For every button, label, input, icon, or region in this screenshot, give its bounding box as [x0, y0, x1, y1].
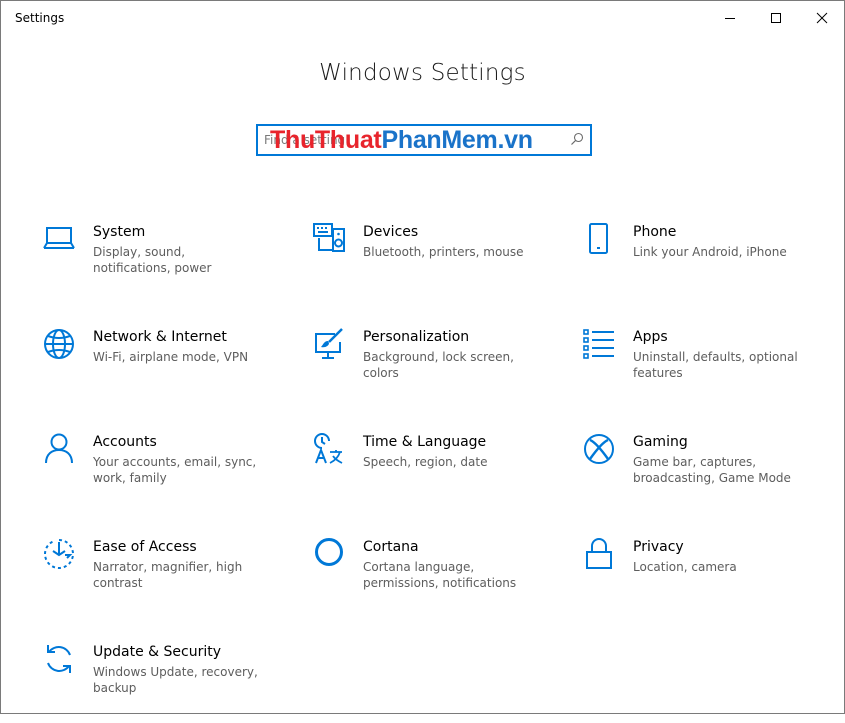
- category-title: Accounts: [93, 434, 157, 450]
- settings-window: Settings Windows Settings ThuThuatPhanMe…: [0, 0, 845, 714]
- xbox-icon: [584, 434, 614, 464]
- category-title: Gaming: [633, 434, 688, 450]
- maximize-icon: [771, 13, 781, 23]
- paint-screen-icon: [315, 328, 343, 359]
- category-network-internet[interactable]: Network & Internet Wi-Fi, airplane mode,…: [43, 328, 283, 408]
- category-description: Cortana language, permissions, notificat…: [363, 560, 517, 590]
- category-title: Cortana: [363, 539, 419, 555]
- person-icon: [45, 433, 73, 464]
- sync-icon: [47, 645, 71, 673]
- category-time-language[interactable]: Time & Language Speech, region, date: [313, 433, 553, 513]
- ease-of-access-icon: [44, 539, 74, 569]
- category-system[interactable]: System Display, sound, notifications, po…: [43, 223, 283, 303]
- search-icon[interactable]: [570, 132, 584, 146]
- category-phone[interactable]: Phone Link your Android, iPhone: [583, 223, 823, 303]
- category-description: Location, camera: [633, 560, 737, 574]
- category-description: Narrator, magnifier, high contrast: [93, 560, 243, 590]
- category-title: Time & Language: [363, 434, 487, 450]
- category-title: Ease of Access: [93, 539, 197, 555]
- category-title: Apps: [633, 329, 668, 345]
- category-description: Wi-Fi, airplane mode, VPN: [93, 350, 249, 364]
- category-description: Game bar, captures, broadcasting, Game M…: [633, 455, 791, 485]
- category-title: Privacy: [633, 539, 684, 555]
- category-description: Bluetooth, printers, mouse: [363, 245, 524, 259]
- category-title: System: [93, 224, 146, 240]
- time-language-icon: [314, 433, 343, 464]
- category-gaming[interactable]: Gaming Game bar, captures, broadcasting,…: [583, 433, 823, 513]
- keyboard-speaker-icon: [313, 223, 345, 252]
- category-update-security[interactable]: Update & Security Windows Update, recove…: [43, 643, 283, 723]
- category-title: Devices: [363, 224, 419, 240]
- close-icon: [816, 12, 828, 24]
- category-ease-of-access[interactable]: Ease of Access Narrator, magnifier, high…: [43, 538, 283, 618]
- lock-icon: [586, 538, 612, 569]
- globe-icon: [44, 329, 74, 359]
- maximize-button[interactable]: [753, 1, 799, 35]
- search-box[interactable]: ThuThuatPhanMem.vn: [256, 124, 592, 156]
- category-description: Speech, region, date: [363, 455, 488, 469]
- category-apps[interactable]: Apps Uninstall, defaults, optional featu…: [583, 328, 823, 408]
- category-description: Background, lock screen, colors: [363, 350, 514, 380]
- minimize-icon: [725, 18, 735, 19]
- close-button[interactable]: [799, 1, 845, 35]
- cortana-icon: [315, 538, 343, 566]
- laptop-icon: [43, 227, 75, 249]
- category-description: Uninstall, defaults, optional features: [633, 350, 798, 380]
- title-bar[interactable]: Settings: [1, 1, 844, 35]
- category-title: Personalization: [363, 329, 470, 345]
- category-description: Your accounts, email, sync, work, family: [93, 455, 257, 485]
- category-description: Link your Android, iPhone: [633, 245, 787, 259]
- category-cortana[interactable]: Cortana Cortana language, permissions, n…: [313, 538, 553, 618]
- category-personalization[interactable]: Personalization Background, lock screen,…: [313, 328, 553, 408]
- phone-icon: [589, 223, 608, 254]
- category-title: Update & Security: [93, 644, 222, 660]
- category-title: Phone: [633, 224, 677, 240]
- category-privacy[interactable]: Privacy Location, camera: [583, 538, 823, 618]
- category-description: Windows Update, recovery, backup: [93, 665, 258, 695]
- category-devices[interactable]: Devices Bluetooth, printers, mouse: [313, 223, 553, 303]
- category-accounts[interactable]: Accounts Your accounts, email, sync, wor…: [43, 433, 283, 513]
- category-description: Display, sound, notifications, power: [93, 245, 212, 275]
- search-input[interactable]: [264, 128, 554, 152]
- apps-list-icon: [583, 329, 614, 359]
- page-title: Windows Settings: [319, 60, 526, 86]
- app-title: Settings: [15, 11, 65, 25]
- category-title: Network & Internet: [93, 329, 227, 345]
- minimize-button[interactable]: [707, 1, 753, 35]
